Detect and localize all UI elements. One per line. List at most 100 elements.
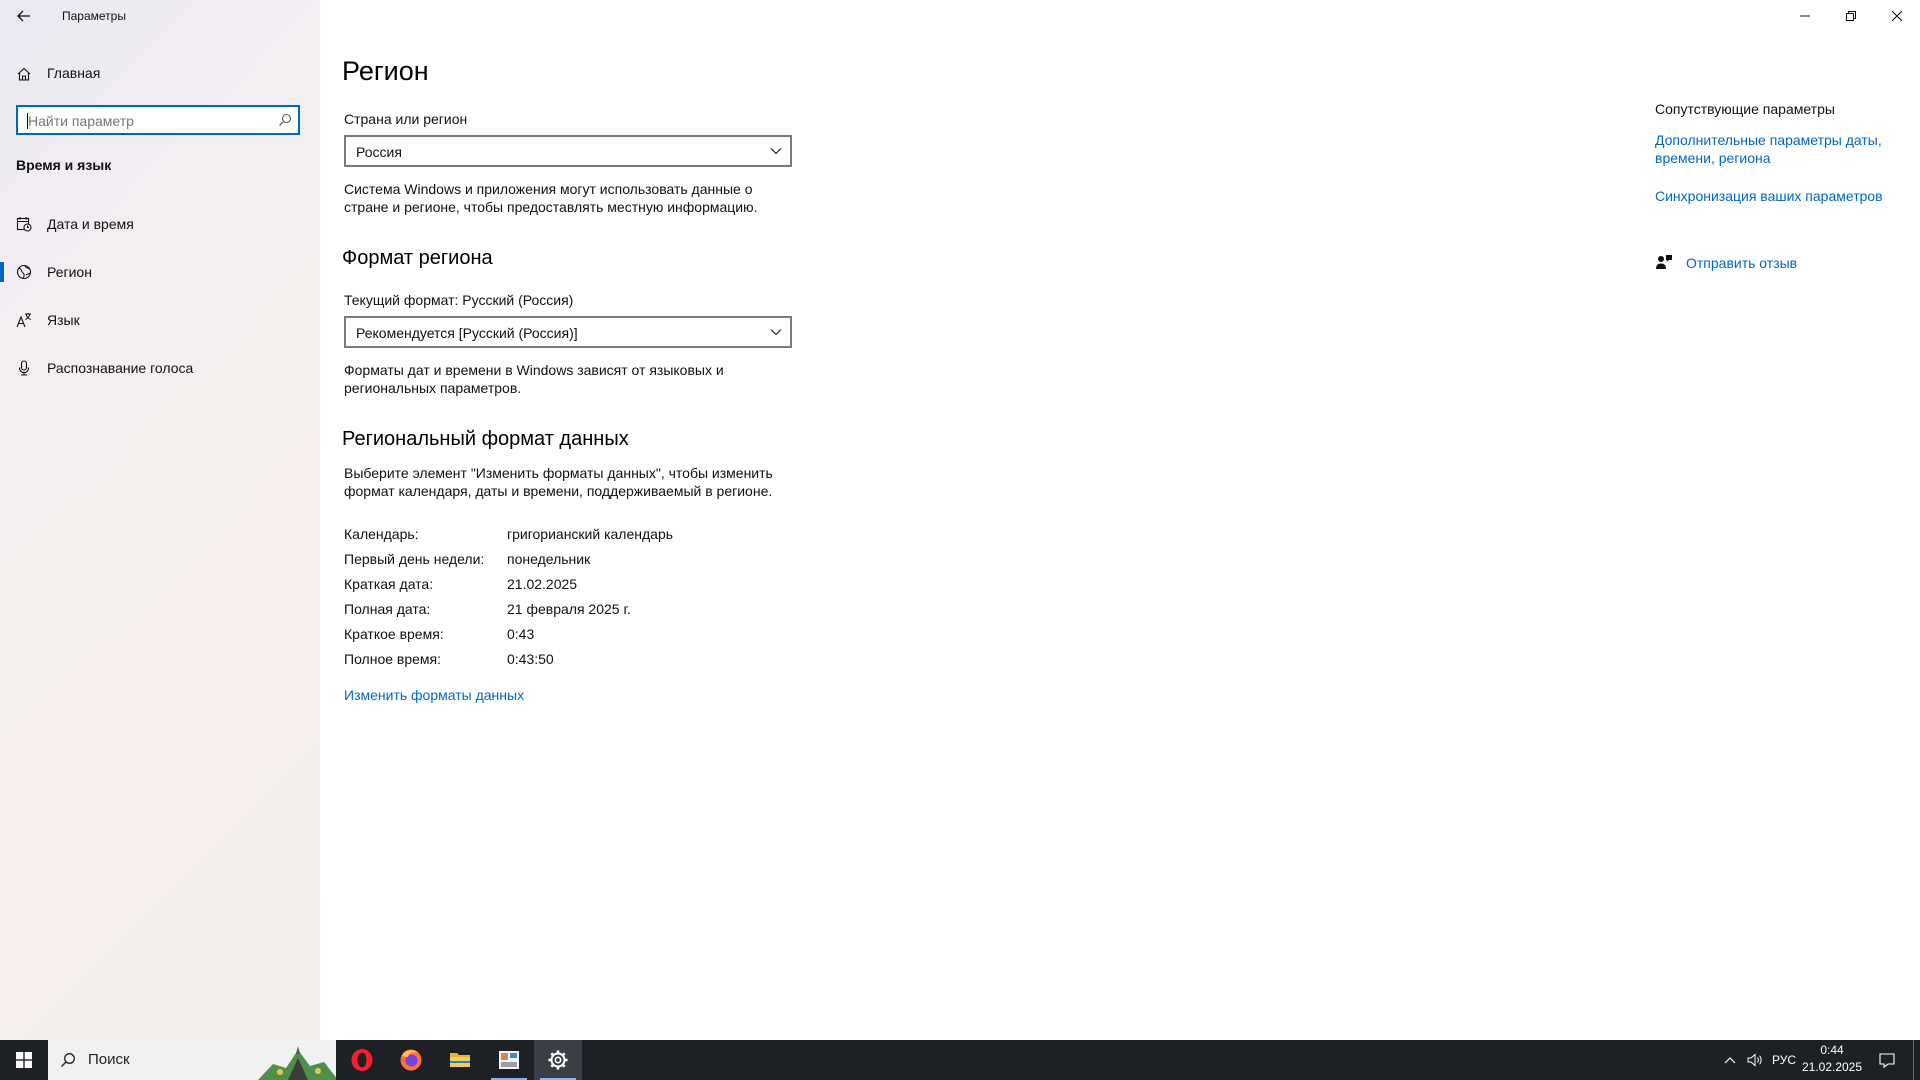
search-input[interactable] <box>26 112 270 130</box>
language-icon <box>16 313 32 328</box>
sidebar-item-home[interactable]: Главная <box>0 60 320 88</box>
country-description: Система Windows и приложения могут испол… <box>344 181 758 215</box>
info-row-long-time: Полное время: 0:43:50 <box>344 651 784 671</box>
taskbar-search-box[interactable]: Поиск <box>48 1040 336 1080</box>
info-row-calendar: Календарь: григорианский календарь <box>344 526 784 546</box>
info-row-long-date: Полная дата: 21 февраля 2025 г. <box>344 601 784 621</box>
chevron-up-icon <box>1724 1057 1736 1064</box>
opera-icon <box>351 1049 373 1071</box>
taskbar-search-text: Поиск <box>88 1051 130 1068</box>
title-bar: Параметры <box>0 0 320 32</box>
sidebar-item-language[interactable]: Язык <box>0 302 320 338</box>
taskbar-opera[interactable] <box>338 1040 386 1080</box>
info-key: Полное время: <box>344 651 442 667</box>
close-icon <box>1892 11 1902 21</box>
send-feedback-label: Отправить отзыв <box>1686 255 1798 271</box>
input-language-indicator[interactable]: РУС <box>1768 1040 1800 1080</box>
microphone-icon <box>18 360 30 376</box>
calendar-clock-icon <box>16 217 32 232</box>
change-formats-link[interactable]: Изменить форматы данных <box>344 686 524 704</box>
search-icon[interactable] <box>278 113 292 127</box>
taskbar-firefox[interactable] <box>387 1040 435 1080</box>
back-button[interactable] <box>10 4 38 28</box>
action-center-button[interactable] <box>1870 1040 1904 1080</box>
info-value: 21 февраля 2025 г. <box>507 601 631 617</box>
info-row-short-date: Краткая дата: 21.02.2025 <box>344 576 784 596</box>
info-row-first-day: Первый день недели: понедельник <box>344 551 784 571</box>
info-key: Краткая дата: <box>344 576 434 592</box>
main-content: Регион Страна или регион Россия Система … <box>320 0 1920 1040</box>
show-desktop-button[interactable] <box>1913 1040 1917 1080</box>
text-caret <box>27 113 28 129</box>
notification-icon <box>1879 1052 1895 1068</box>
clock-date: 21.02.2025 <box>1801 1060 1863 1074</box>
restore-icon <box>1846 11 1856 21</box>
home-icon <box>17 67 31 81</box>
info-value: 21.02.2025 <box>507 576 578 592</box>
sidebar-item-label: Язык <box>47 312 80 328</box>
volume-button[interactable] <box>1742 1040 1768 1080</box>
info-row-short-time: Краткое время: 0:43 <box>344 626 784 646</box>
country-value: Россия <box>356 144 402 160</box>
info-value: григорианский календарь <box>507 526 674 542</box>
format-description: Форматы дат и времени в Windows зависят … <box>344 362 724 396</box>
back-arrow-icon <box>17 10 30 22</box>
taskbar-clock[interactable]: 0:44 21.02.2025 <box>1800 1042 1864 1078</box>
info-key: Краткое время: <box>344 626 444 642</box>
file-explorer-icon <box>450 1053 470 1067</box>
regional-format-value: Рекомендуется [Русский (Россия)] <box>356 325 578 341</box>
send-feedback-button[interactable]: Отправить отзыв <box>1655 253 1855 275</box>
sidebar: Параметры Главная Время и язык Дата и вр… <box>0 0 320 1040</box>
search-box[interactable] <box>16 105 300 135</box>
info-key: Первый день недели: <box>344 551 485 567</box>
windows-logo-icon <box>16 1052 32 1068</box>
minimize-button[interactable] <box>1782 0 1828 32</box>
regional-data-description: Выберите элемент "Изменить форматы данны… <box>344 465 773 499</box>
settings-gear-icon <box>548 1050 568 1070</box>
paint-app-icon <box>499 1051 519 1069</box>
page-title: Регион <box>342 56 429 86</box>
country-dropdown[interactable]: Россия <box>344 135 792 167</box>
selection-indicator <box>0 262 4 282</box>
taskbar-file-explorer[interactable] <box>436 1040 484 1080</box>
sidebar-item-speech[interactable]: Распознавание голоса <box>0 350 320 386</box>
sidebar-item-label: Регион <box>47 264 92 280</box>
additional-date-time-region-link[interactable]: Дополнительные параметры даты, времени, … <box>1655 131 1895 167</box>
sidebar-item-label: Дата и время <box>47 216 134 232</box>
speaker-icon <box>1747 1053 1762 1067</box>
search-icon <box>61 1053 75 1067</box>
country-label: Страна или регион <box>344 111 468 127</box>
minimize-icon <box>1800 15 1810 17</box>
sidebar-item-label: Главная <box>47 65 101 81</box>
search-highlight-illustration <box>258 1046 336 1080</box>
app-title: Параметры <box>62 9 126 23</box>
related-settings-title: Сопутствующие параметры <box>1655 101 1835 117</box>
regional-data-heading: Региональный формат данных <box>342 428 629 450</box>
chevron-down-icon <box>770 148 782 155</box>
section-title: Время и язык <box>16 157 112 173</box>
globe-icon <box>16 264 32 280</box>
sidebar-item-date-time[interactable]: Дата и время <box>0 206 320 242</box>
show-hidden-icons-button[interactable] <box>1718 1040 1742 1080</box>
close-button[interactable] <box>1874 0 1920 32</box>
taskbar-paint-app[interactable] <box>485 1040 533 1080</box>
info-key: Полная дата: <box>344 601 431 617</box>
restore-button[interactable] <box>1828 0 1874 32</box>
sync-settings-link[interactable]: Синхронизация ваших параметров <box>1655 187 1895 205</box>
regional-format-dropdown[interactable]: Рекомендуется [Русский (Россия)] <box>344 316 792 348</box>
sidebar-item-region[interactable]: Регион <box>0 254 320 290</box>
info-key: Календарь: <box>344 526 419 542</box>
format-heading: Формат региона <box>342 247 493 269</box>
info-value: 0:43 <box>507 626 535 642</box>
current-format-label: Текущий формат: Русский (Россия) <box>344 292 574 308</box>
chevron-down-icon <box>770 329 782 336</box>
taskbar: Поиск РУС 0:44 21.02.2025 <box>0 1040 1920 1080</box>
info-value: понедельник <box>507 551 591 567</box>
sidebar-item-label: Распознавание голоса <box>47 360 194 376</box>
taskbar-settings[interactable] <box>534 1040 582 1080</box>
firefox-icon <box>400 1049 422 1071</box>
info-value: 0:43:50 <box>507 651 554 667</box>
start-button[interactable] <box>0 1040 48 1080</box>
feedback-icon <box>1656 255 1672 269</box>
clock-time: 0:44 <box>1820 1043 1844 1057</box>
